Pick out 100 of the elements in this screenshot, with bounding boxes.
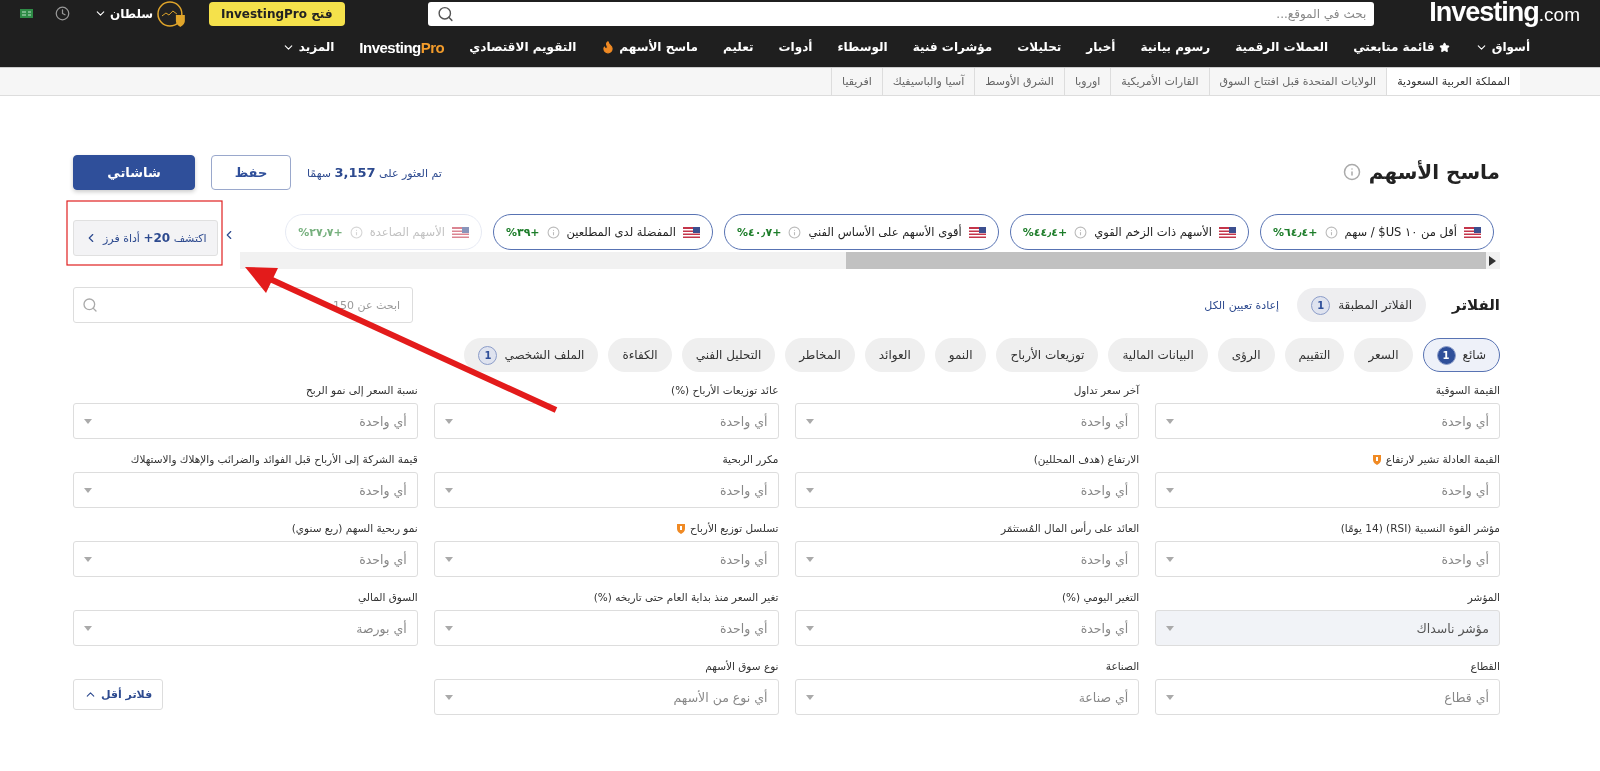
nav-link[interactable]: أخبار <box>1086 40 1116 54</box>
caret-icon <box>444 625 453 631</box>
clock-icon[interactable] <box>55 6 70 21</box>
caret-icon <box>84 556 92 562</box>
region-tab[interactable]: المملكة العربية السعودية <box>1386 68 1520 95</box>
filter-dropdown[interactable]: أي واحدة <box>433 610 779 646</box>
horizontal-scrollbar[interactable] <box>239 252 1500 269</box>
pro-shield-icon <box>675 522 686 534</box>
nav-link[interactable]: أسواق <box>1474 40 1530 54</box>
region-tab[interactable]: آسيا والباسيفيك <box>881 68 975 95</box>
save-button[interactable]: حفظ <box>211 154 291 190</box>
filter-category-tab[interactable]: الرؤى <box>1217 338 1275 372</box>
scroll-arrow-icon[interactable] <box>1489 255 1497 266</box>
filter-dropdown[interactable]: أي واحدة <box>433 403 779 439</box>
filter-category-tab[interactable]: العوائد <box>864 338 925 372</box>
preset-change: +٢٧٫٧% <box>298 225 343 239</box>
filter-label: نسبة السعر إلى نمو الربح <box>306 383 418 397</box>
pro-button[interactable]: فتح InvestingPro <box>208 1 345 26</box>
fewer-filters-button[interactable]: فلاتر أقل <box>73 679 164 710</box>
filter-category-tab[interactable]: النمو <box>934 338 987 372</box>
caret-icon <box>1166 556 1175 562</box>
filter-dropdown[interactable]: أي نوع من الأسهم <box>433 679 779 715</box>
site-search-field[interactable]: بحث في الموقع... <box>427 1 1375 26</box>
filter-dropdown[interactable]: أي صناعة <box>794 679 1140 715</box>
region-tab[interactable]: الشرق الأوسط <box>974 68 1064 95</box>
nav-link[interactable]: قائمة متابعتي <box>1353 40 1450 54</box>
nav-link[interactable]: الوسطاء <box>837 40 888 54</box>
filter-dropdown[interactable]: أي واحدة <box>73 541 418 577</box>
filter-dropdown[interactable]: أي واحدة <box>433 541 779 577</box>
us-flag-icon <box>1464 226 1481 238</box>
caret-icon <box>805 694 814 700</box>
user-menu[interactable]: سلطان <box>94 6 154 21</box>
nav-link[interactable]: العملات الرقمية <box>1235 40 1329 54</box>
site-logo[interactable]: Investing.com <box>1429 0 1580 28</box>
region-tab[interactable]: افريقيا <box>831 68 882 95</box>
filter-dropdown[interactable]: أي واحدة <box>794 541 1140 577</box>
filter-label: عائد توزيعات الأرباح (%) <box>671 383 779 397</box>
nav-link[interactable]: مؤشرات فنية <box>912 40 993 54</box>
filter-dropdown[interactable]: أي واحدة <box>433 472 779 508</box>
info-icon <box>1324 225 1338 239</box>
filter-dropdown[interactable]: أي واحدة <box>1155 541 1500 577</box>
filter-dropdown[interactable]: أي واحدة <box>1155 472 1500 508</box>
nav-link[interactable]: التقويم الاقتصادي <box>469 40 577 54</box>
region-tab[interactable]: الولايات المتحدة قبل افتتاح السوق <box>1208 68 1387 95</box>
filter-label: المؤشر <box>1467 590 1500 604</box>
pro-shield-icon <box>1371 453 1382 465</box>
my-screens-button[interactable]: شاشاتي <box>73 154 195 190</box>
preset-label: الأسهم الصاعدة <box>369 225 445 239</box>
preset-change: +٤٠٫٧% <box>736 225 782 239</box>
preset-change: +٦٤٫٤% <box>1273 225 1318 239</box>
region-tab[interactable]: اوروبا <box>1063 68 1111 95</box>
filter-dropdown[interactable]: أي واحدة <box>794 610 1140 646</box>
preset-screen-button[interactable]: أقوى الأسهم على الأساس الفني +٤٠٫٧% <box>723 214 999 250</box>
info-icon <box>546 225 560 239</box>
filter-label: تسلسل توزيع الأرباح <box>675 521 779 535</box>
filter-category-tab[interactable]: المخاطر <box>785 338 855 372</box>
filter-label: نمو ربحية السهم (ربع سنوي) <box>291 521 418 535</box>
filter-label: نوع سوق الأسهم <box>705 659 779 673</box>
reset-all-link[interactable]: إعادة تعيين الكل <box>1204 298 1280 312</box>
preset-screen-button[interactable]: أقل من ١٠ US$ / سهم +٦٤٫٤% <box>1260 214 1494 250</box>
caret-icon <box>805 625 814 631</box>
filter-label: القيمة العادلة تشير لارتفاع <box>1371 452 1500 466</box>
preset-screen-button[interactable]: الأسهم ذات الزخم القوي +٤٤٫٤% <box>1009 214 1249 250</box>
nav-link[interactable]: أدوات <box>778 40 813 54</box>
nav-link[interactable]: InvestingPro <box>359 38 445 56</box>
us-flag-icon <box>682 226 700 238</box>
filter-dropdown[interactable]: مؤشر ناسداك <box>1155 610 1500 646</box>
nav-link[interactable]: رسوم بيانية <box>1140 40 1211 54</box>
us-flag-icon <box>451 226 469 238</box>
filter-label: العائد على رأس المال المُستثمَر <box>1001 521 1140 535</box>
region-tab[interactable]: القارات الأمريكية <box>1110 68 1209 95</box>
search-icon[interactable] <box>436 5 454 22</box>
preset-screen-button[interactable]: المفضلة لدى المطلعين +٣٩% <box>492 214 713 250</box>
filter-category-tab[interactable]: توزيعات الأرباح <box>996 338 1099 372</box>
filter-label: التغير اليومي (%) <box>1062 590 1140 604</box>
nav-link[interactable]: ماسح الأسهم <box>601 40 699 54</box>
filter-dropdown[interactable]: أي واحدة <box>1155 403 1500 439</box>
filter-category-tab[interactable]: السعر <box>1354 338 1413 372</box>
filter-label: القطاع <box>1470 659 1500 673</box>
filter-label: تغير السعر منذ بداية العام حتى تاريخه (%) <box>593 590 779 604</box>
filter-dropdown[interactable]: أي بورصة <box>73 610 418 646</box>
caret-icon <box>84 418 92 424</box>
filter-category-tab[interactable]: الكفاءة <box>608 338 672 372</box>
filter-dropdown[interactable]: أي واحدة <box>73 472 418 508</box>
filter-dropdown[interactable]: أي قطاع <box>1155 679 1500 715</box>
filter-label: القيمة السوقية <box>1435 383 1500 397</box>
filter-dropdown[interactable]: أي واحدة <box>73 403 418 439</box>
caret-icon <box>1166 694 1175 700</box>
nav-link[interactable]: تعليم <box>723 40 754 54</box>
filter-category-tab[interactable]: التحليل الفني <box>681 338 776 372</box>
filter-dropdown[interactable]: أي واحدة <box>794 403 1140 439</box>
nav-link[interactable]: تحليلات <box>1017 40 1062 54</box>
filter-label: الصناعة <box>1105 659 1140 673</box>
filter-category-tab[interactable]: التقييم <box>1284 338 1345 372</box>
avatar-icon[interactable] <box>157 0 187 27</box>
filter-category-tab[interactable]: البيانات المالية <box>1108 338 1208 372</box>
filter-dropdown[interactable]: أي واحدة <box>794 472 1140 508</box>
nav-link[interactable]: المزيد <box>281 40 335 54</box>
info-icon <box>788 225 802 239</box>
caret-icon <box>805 418 814 424</box>
